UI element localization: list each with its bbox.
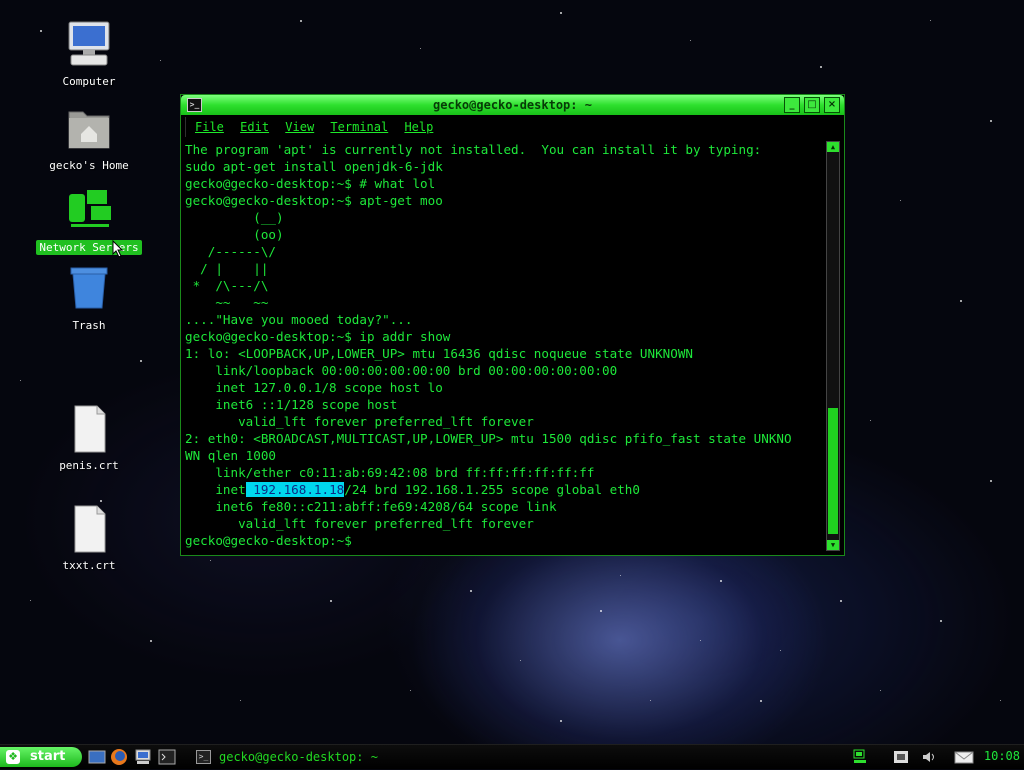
menu-edit[interactable]: Edit [240, 120, 269, 134]
network-servers-icon [63, 186, 115, 236]
desktop-icon-label: txxt.crt [62, 559, 116, 572]
home-folder-icon [63, 104, 115, 154]
terminal-window[interactable]: >_ gecko@gecko-desktop: ~ _ □ × File Edi… [180, 94, 845, 556]
update-manager-icon[interactable] [892, 748, 910, 766]
menu-view[interactable]: View [285, 120, 314, 134]
desktop-icon-computer[interactable]: Computer [34, 20, 144, 89]
start-label: start [30, 749, 66, 764]
vertical-scrollbar[interactable]: ▲ ▼ [826, 141, 840, 551]
desktop-icon-trash[interactable]: Trash [34, 264, 144, 333]
start-logo-icon: ❖ [6, 750, 20, 764]
scroll-down-arrow-icon[interactable]: ▼ [827, 540, 839, 550]
mouse-cursor-icon [112, 239, 124, 262]
network-status-icon[interactable] [852, 748, 868, 766]
terminal-output[interactable]: The program 'apt' is currently not insta… [185, 141, 825, 551]
window-titlebar[interactable]: >_ gecko@gecko-desktop: ~ _ □ × [181, 95, 844, 115]
start-button[interactable]: ❖ start [0, 747, 82, 767]
scrollbar-thumb[interactable] [828, 408, 838, 534]
desktop-icon-label: Trash [72, 319, 106, 332]
desktop-icon-home[interactable]: gecko's Home [34, 104, 144, 173]
desktop-icon-network-servers[interactable]: Network Servers [34, 186, 144, 255]
clock[interactable]: 10:08 [984, 749, 1020, 763]
minimize-button[interactable]: _ [784, 97, 800, 113]
menu-file[interactable]: File [195, 120, 224, 134]
desktop-icon-file[interactable]: txxt.crt [34, 504, 144, 573]
terminal-icon: >_ [196, 750, 211, 764]
desktop-icon-label: gecko's Home [49, 159, 129, 172]
document-icon [63, 504, 115, 554]
taskbar: ❖ start >_ gecko@gecko-desktop: ~ 10:08 [0, 744, 1024, 769]
desktop-icon-label: Computer [62, 75, 116, 88]
document-icon [63, 404, 115, 454]
menu-terminal[interactable]: Terminal [330, 120, 388, 134]
desktop-icon-label: Network Servers [36, 240, 142, 255]
mail-icon[interactable] [954, 748, 974, 766]
show-desktop-icon[interactable] [88, 748, 106, 766]
menu-bar: File Edit View Terminal Help [185, 117, 830, 137]
window-title: gecko@gecko-desktop: ~ [433, 98, 592, 112]
terminal-launcher-icon[interactable] [158, 748, 176, 766]
taskbar-window-button[interactable]: >_ gecko@gecko-desktop: ~ [192, 747, 442, 767]
trash-icon [63, 264, 115, 314]
desktop-icon-file[interactable]: penis.crt [34, 404, 144, 473]
close-button[interactable]: × [824, 97, 840, 113]
menu-help[interactable]: Help [404, 120, 433, 134]
selected-text: 192.168.1.18 [245, 482, 345, 497]
scroll-up-arrow-icon[interactable]: ▲ [827, 142, 839, 152]
terminal-text: The program 'apt' is currently not insta… [185, 142, 792, 497]
taskbar-window-title: gecko@gecko-desktop: ~ [219, 750, 378, 764]
volume-icon[interactable] [920, 748, 938, 766]
maximize-button[interactable]: □ [804, 97, 820, 113]
computer-small-icon[interactable] [134, 748, 152, 766]
desktop-icon-label: penis.crt [59, 459, 119, 472]
firefox-icon[interactable] [110, 748, 128, 766]
computer-icon [63, 20, 115, 70]
